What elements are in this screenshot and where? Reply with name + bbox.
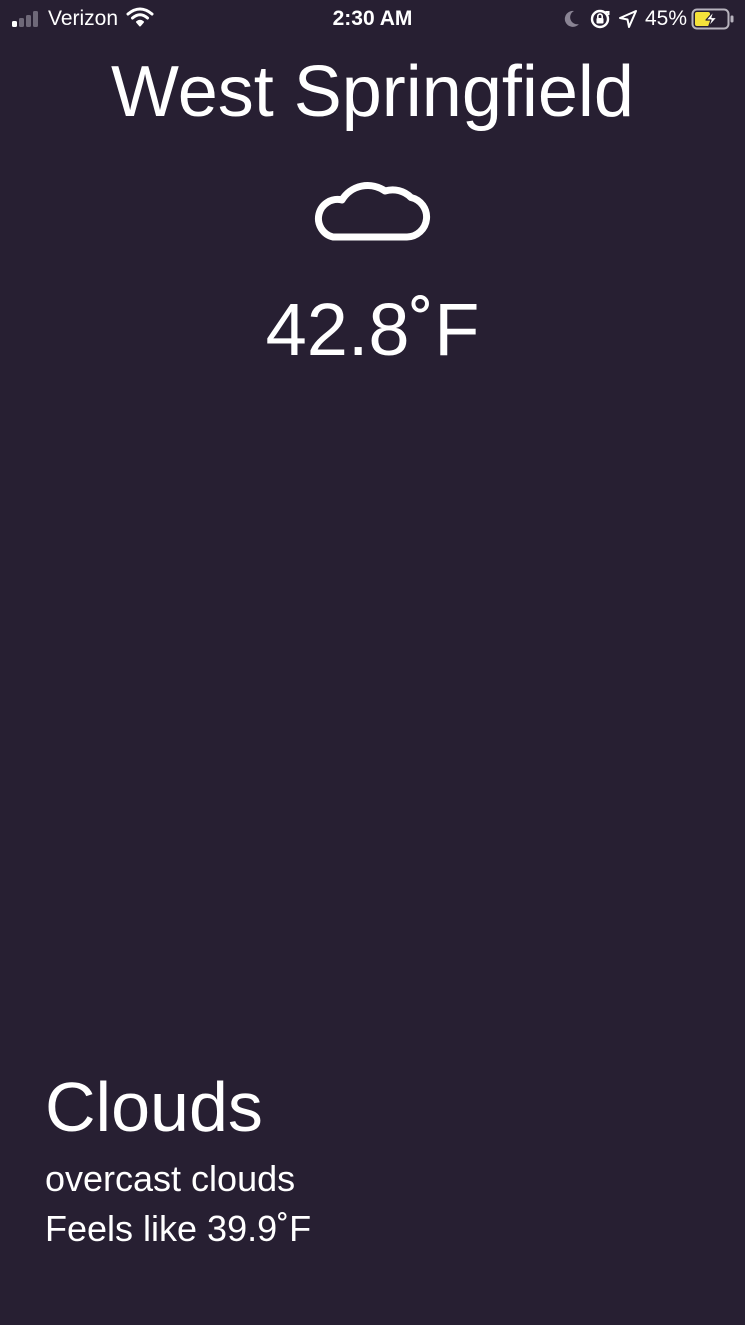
moon-icon bbox=[563, 9, 581, 29]
location-arrow-icon bbox=[618, 10, 637, 28]
status-bar: Verizon 2:30 AM 45% bbox=[0, 0, 745, 38]
cloud-icon bbox=[311, 163, 433, 243]
city-name: West Springfield bbox=[111, 52, 634, 132]
battery-charging-icon bbox=[691, 8, 735, 30]
feels-like: Feels like 39.9˚F bbox=[45, 1208, 312, 1249]
status-right: 45% bbox=[555, 6, 735, 32]
weather-condition: Clouds bbox=[45, 1068, 263, 1146]
current-temperature: 42.8˚F bbox=[265, 288, 480, 371]
battery-percent: 45% bbox=[644, 7, 687, 30]
orientation-lock-icon bbox=[589, 8, 611, 30]
weather-description: overcast clouds bbox=[45, 1158, 296, 1199]
